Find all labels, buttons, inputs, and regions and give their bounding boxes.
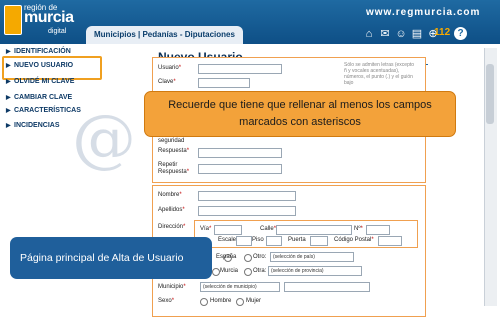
calle-input[interactable] (276, 225, 352, 235)
help-icon[interactable]: ? (454, 27, 467, 40)
usuario-input[interactable] (198, 64, 282, 74)
pais-otro-radio[interactable] (244, 254, 252, 262)
respuesta-label: Respuesta* (158, 148, 190, 154)
menu-item-olvide-clave[interactable]: ▶ OLVIDÉ MI CLAVE (6, 75, 138, 89)
triangle-icon: ▶ (6, 49, 11, 55)
tab-municipios[interactable]: Municipios | Pedanías - Diputaciones (86, 26, 243, 44)
seguridad-label: seguridad (158, 138, 185, 144)
clave-input[interactable] (198, 78, 250, 88)
numero-input[interactable] (366, 225, 390, 235)
via-label: Vía* (200, 226, 212, 232)
triangle-icon: ▶ (6, 108, 11, 114)
logo-mark-icon (4, 5, 22, 35)
pais-otro-label: Otro: (253, 254, 267, 260)
screen-caption: Página principal de Alta de Usuario (10, 237, 212, 279)
provincia-otra-radio[interactable] (244, 268, 252, 276)
site-url[interactable]: www.regmurcia.com (366, 7, 480, 18)
sexo-hombre-label: Hombre (210, 298, 232, 304)
menu-item-label: NUEVO USUARIO (14, 62, 74, 69)
sexo-mujer-label: Mujer (246, 298, 262, 304)
calle-label: Calle* (260, 226, 277, 232)
home-icon[interactable]: ⌂ (362, 27, 376, 41)
menu-item-caracteristicas[interactable]: ▶ CARACTERÍSTICAS (6, 104, 138, 118)
menu-item-label: CARACTERÍSTICAS (14, 107, 81, 114)
logo-text-line3: digital (48, 28, 67, 35)
puerta-input[interactable] (310, 236, 328, 246)
codigo-postal-input[interactable] (378, 236, 402, 246)
piso-input[interactable] (266, 236, 282, 246)
direccion-label: Dirección* (158, 224, 186, 230)
codigo-postal-label: Código Postal* (334, 237, 374, 243)
respuesta-input[interactable] (198, 148, 282, 158)
menu-item-label: OLVIDÉ MI CLAVE (14, 78, 75, 85)
numero-label: Nº* (354, 226, 363, 232)
region-murcia-logo[interactable]: región de murcia digital (4, 3, 74, 39)
menu-item-label: INCIDENCIAS (14, 122, 60, 129)
mail-icon[interactable]: ✉ (378, 27, 392, 41)
apellidos-label: Apellidos* (158, 207, 185, 213)
notification-count[interactable]: 112 (434, 27, 450, 38)
municipio-otro-input[interactable] (284, 282, 370, 292)
provincia-murcia-radio[interactable] (212, 268, 220, 276)
clave-label: Clave* (158, 79, 176, 85)
logo-text-line2: murcia (24, 9, 74, 26)
sexo-hombre-radio[interactable] (200, 298, 208, 306)
triangle-icon: ▶ (6, 79, 11, 85)
menu-item-cambiar-clave[interactable]: ▶ CAMBIAR CLAVE (6, 91, 138, 105)
menu-item-incidencias[interactable]: ▶ INCIDENCIAS (6, 119, 138, 133)
escalera-input[interactable] (236, 236, 252, 246)
repetir-respuesta-label: Repetir Respuesta* (158, 162, 190, 175)
site-header: región de murcia digital www.regmurcia.c… (0, 0, 500, 44)
repetir-respuesta-input[interactable] (198, 164, 282, 174)
provincia-otra-label: Otra: (253, 268, 267, 274)
apellidos-input[interactable] (198, 206, 296, 216)
municipio-label: Municipio* (158, 284, 186, 290)
required-fields-tooltip: Recuerde que tiene que rellenar al menos… (144, 91, 456, 137)
triangle-icon: ▶ (6, 63, 11, 69)
via-select[interactable] (214, 225, 242, 235)
puerta-label: Puerta (288, 237, 306, 243)
piso-label: Piso (252, 237, 264, 243)
print-icon[interactable]: ▤ (410, 27, 424, 41)
menu-item-identificacion[interactable]: ▶ IDENTIFICACIÓN (6, 45, 138, 59)
nombre-input[interactable] (198, 191, 296, 201)
triangle-icon: ▶ (6, 123, 11, 129)
menu-item-label: IDENTIFICACIÓN (14, 48, 71, 55)
pais-select[interactable]: (selección de país) (270, 252, 354, 262)
provincia-murcia-label: Murcia (220, 268, 239, 274)
pais-spain-label: España (216, 254, 237, 260)
username-hint: Sólo se admiten letras (excepto ñ y voca… (344, 62, 415, 86)
triangle-icon: ▶ (6, 95, 11, 101)
usuario-label: Usuario* (158, 65, 182, 71)
menu-item-label: CAMBIAR CLAVE (14, 94, 73, 101)
municipio-select[interactable]: (selección de municipio) (200, 282, 280, 292)
provincia-select[interactable]: (selección de provincia) (268, 266, 362, 276)
sexo-label: Sexo* (158, 298, 175, 304)
user-icon[interactable]: ☺ (394, 27, 408, 41)
menu-item-nuevo-usuario[interactable]: ▶ NUEVO USUARIO (6, 59, 138, 73)
sexo-mujer-radio[interactable] (236, 298, 244, 306)
nombre-label: Nombre* (158, 192, 182, 198)
scrollbar-thumb[interactable] (486, 64, 494, 124)
